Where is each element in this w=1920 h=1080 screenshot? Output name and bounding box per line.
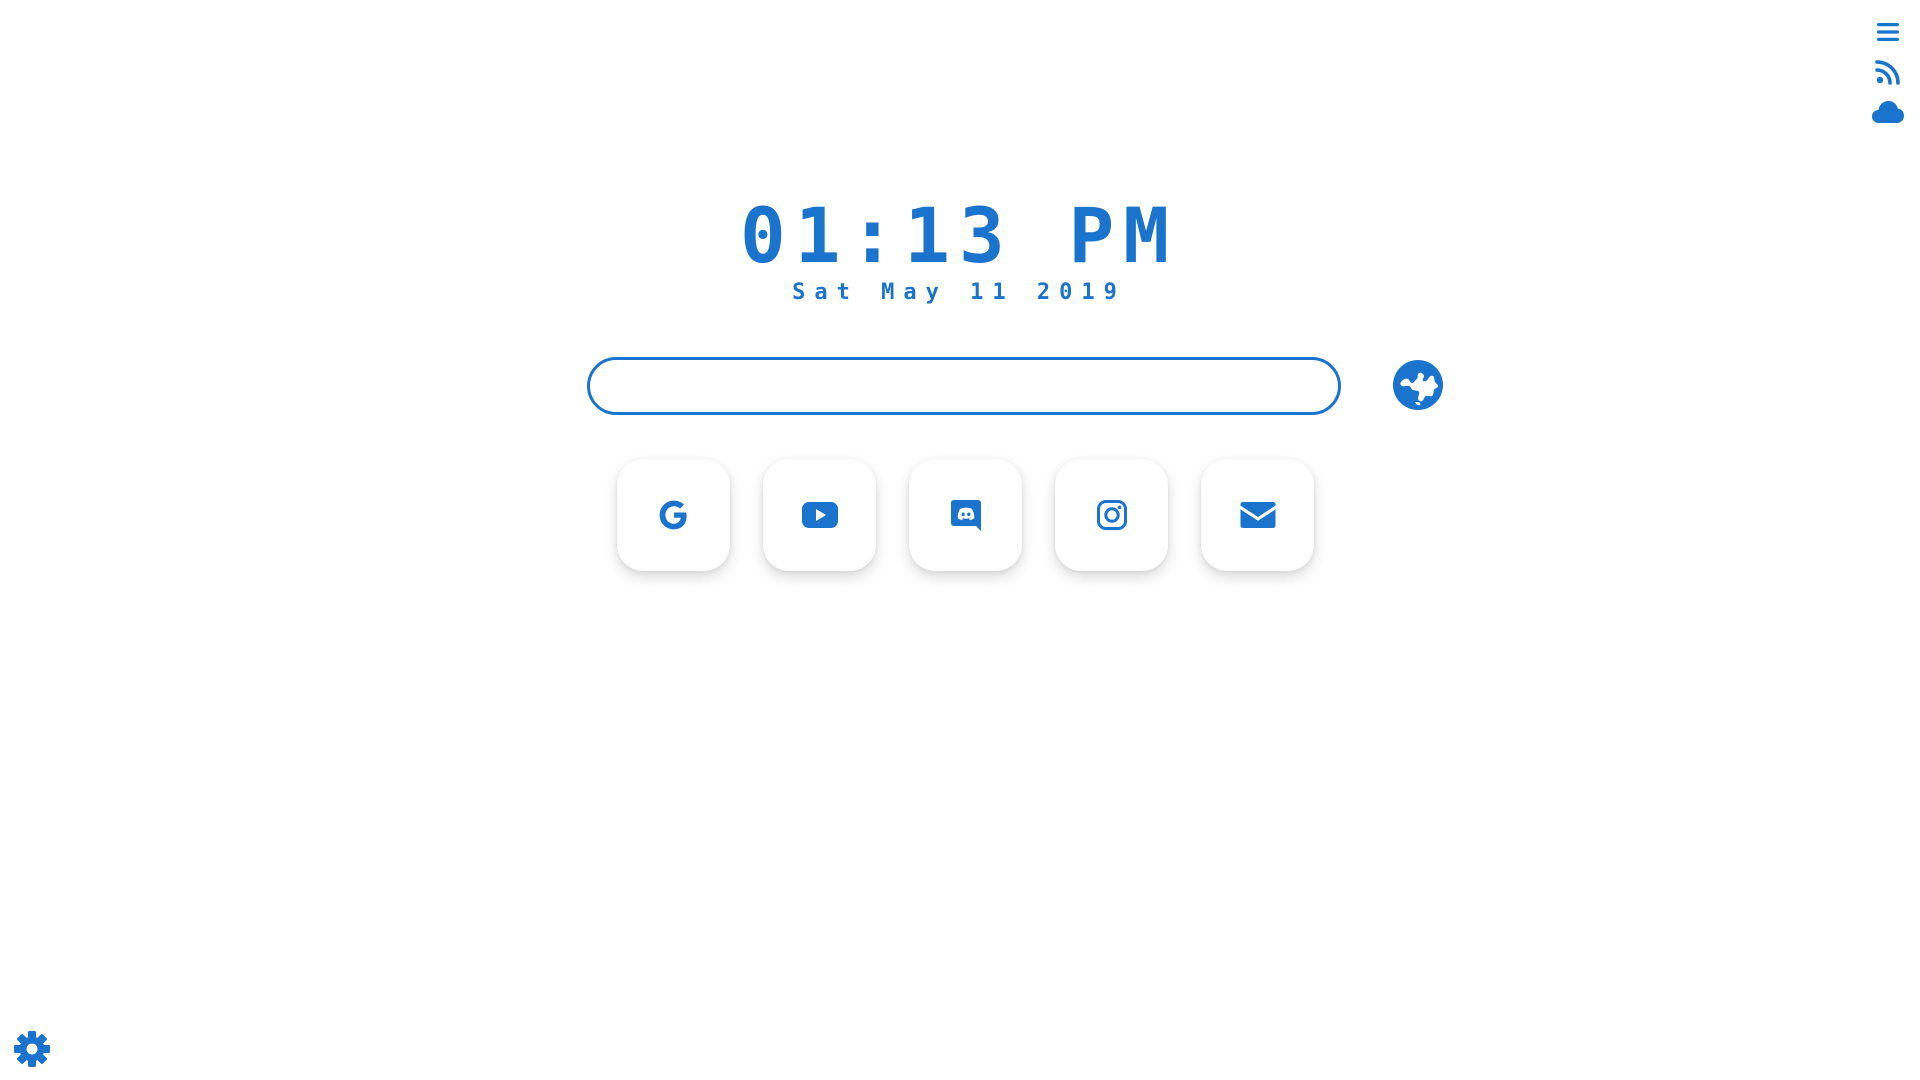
youtube-link-button[interactable] <box>763 459 876 571</box>
instagram-link-button[interactable] <box>1055 459 1168 571</box>
new-tab-page: 01:13 PM Sat May 11 2019 <box>0 0 1920 1080</box>
youtube-icon <box>801 502 838 528</box>
search-input[interactable] <box>587 357 1341 415</box>
rss-feed-icon[interactable] <box>1871 57 1905 87</box>
mail-link-button[interactable] <box>1201 459 1314 571</box>
cloud-icon[interactable] <box>1871 97 1905 127</box>
mail-icon <box>1240 502 1275 528</box>
google-icon <box>659 500 687 530</box>
gear-icon <box>14 1031 50 1067</box>
quick-links <box>617 459 1314 571</box>
clock-time: 01:13 PM <box>739 191 1179 280</box>
globe-icon <box>1393 360 1443 410</box>
discord-link-button[interactable] <box>909 459 1022 571</box>
search-bar <box>587 357 1341 415</box>
side-menu <box>1868 17 1908 127</box>
search-engine-button[interactable] <box>1393 360 1443 410</box>
google-link-button[interactable] <box>617 459 730 571</box>
clock-widget: 01:13 PM Sat May 11 2019 <box>0 196 1919 308</box>
instagram-icon <box>1096 500 1127 530</box>
clock-date: Sat May 11 2019 <box>792 280 1126 305</box>
discord-icon <box>950 500 981 531</box>
menu-icon[interactable] <box>1871 17 1905 47</box>
settings-button[interactable] <box>13 1030 51 1068</box>
